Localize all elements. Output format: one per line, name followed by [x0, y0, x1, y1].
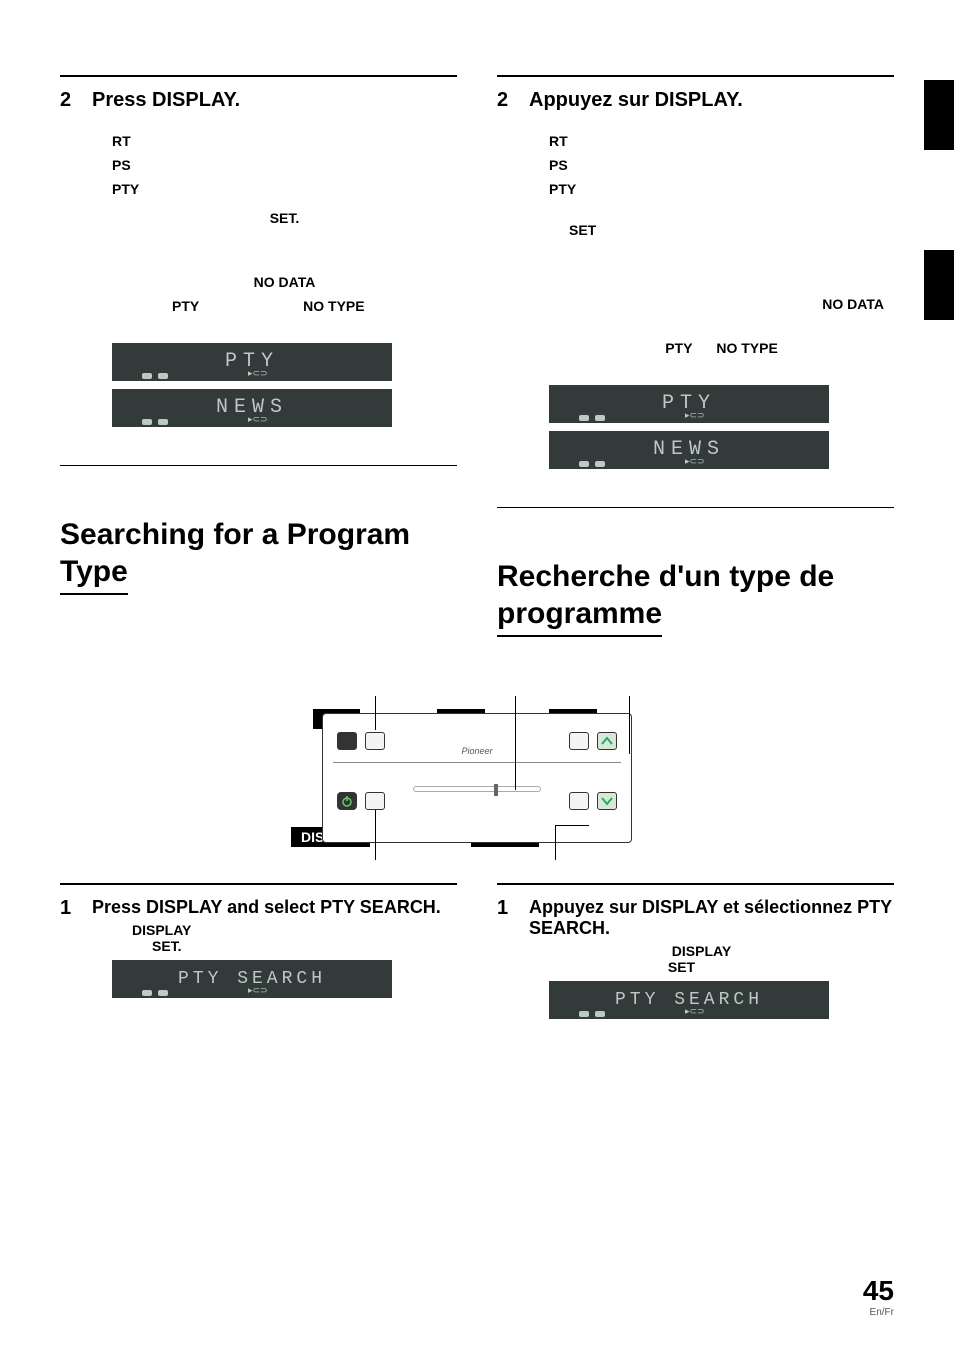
lcd-display: PTY ▸⊂⊃ [549, 385, 829, 423]
chevron-up-icon [598, 733, 616, 749]
remote-illustration: Pioneer [322, 713, 632, 843]
token-ps: PS [112, 157, 131, 173]
pioneer-logo: Pioneer [461, 746, 492, 756]
token-notype: NO TYPE [303, 298, 364, 314]
lcd-display: PTY SEARCH ▸⊂⊃ [549, 981, 829, 1019]
step-number: 1 [497, 897, 515, 1027]
token-pty: PTY [112, 181, 139, 197]
remote-btn-power [337, 792, 357, 810]
step-title-en: Press DISPLAY. [92, 89, 457, 112]
section-heading-en: Searching for a Program Type [60, 516, 457, 595]
token-pty: PTY [549, 181, 576, 197]
divider [497, 75, 894, 77]
remote-btn-menu [337, 732, 357, 750]
remote-btn-display [365, 792, 385, 810]
token-pty2: PTY [665, 340, 692, 356]
token-rt: RT [112, 133, 131, 149]
page-number: 45 [863, 1275, 894, 1307]
token-pty2: PTY [172, 298, 199, 314]
lcd-display: PTY SEARCH ▸⊂⊃ [112, 960, 392, 998]
lcd-display: PTY ▸⊂⊃ [112, 343, 392, 381]
token-set: SET. [270, 210, 300, 226]
token-display: DISPLAY [672, 943, 731, 959]
power-icon [338, 793, 356, 809]
remote-slider [413, 786, 541, 792]
divider [497, 507, 894, 508]
step-number: 2 [497, 89, 515, 477]
lcd-display: NEWS ▸⊂⊃ [112, 389, 392, 427]
remote-btn-set [365, 732, 385, 750]
page-lang: En/Fr [863, 1307, 894, 1318]
token-set: SET [668, 959, 695, 975]
step-title: Appuyez sur DISPLAY et sélectionnez PTY … [529, 897, 894, 939]
token-nodata: NO DATA [254, 274, 316, 290]
chevron-down-icon [598, 793, 616, 809]
remote-btn-up [597, 732, 617, 750]
token-set: SET. [152, 938, 182, 954]
token-ps: PS [549, 157, 568, 173]
divider [60, 75, 457, 77]
step-title: Press DISPLAY and select PTY SEARCH. [92, 897, 457, 918]
token-set: SET [569, 222, 596, 238]
remote-btn-tuner [569, 792, 589, 810]
token-notype: NO TYPE [716, 340, 777, 356]
remote-btn-down [597, 792, 617, 810]
divider [60, 465, 457, 466]
remote-btn-vol [569, 732, 589, 750]
token-nodata: NO DATA [822, 296, 884, 312]
divider [60, 883, 457, 885]
step-title-fr: Appuyez sur DISPLAY. [529, 89, 894, 112]
section-heading-fr: Recherche d'un type de programme [497, 558, 894, 637]
step-number: 2 [60, 89, 78, 435]
divider [497, 883, 894, 885]
token-rt: RT [549, 133, 568, 149]
token-display: DISPLAY [132, 922, 191, 938]
page-footer: 45 En/Fr [863, 1275, 894, 1318]
lcd-display: NEWS ▸⊂⊃ [549, 431, 829, 469]
step-number: 1 [60, 897, 78, 1006]
